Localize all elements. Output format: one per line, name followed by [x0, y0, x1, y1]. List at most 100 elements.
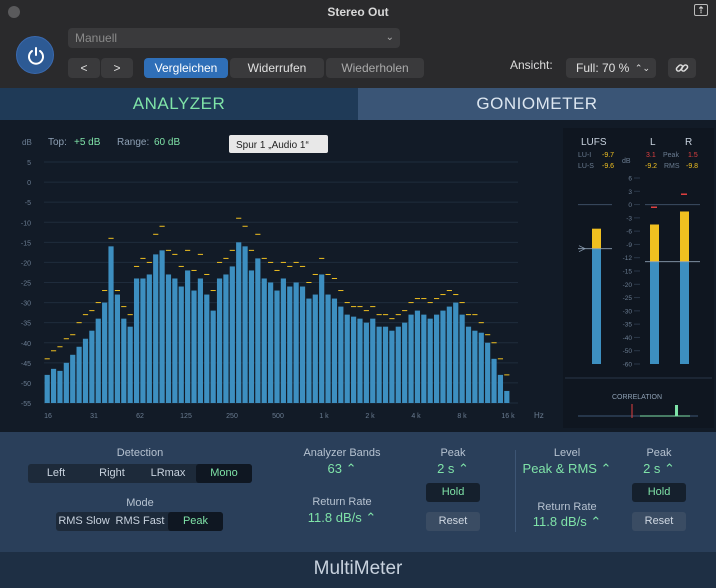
- detection-label: Detection: [116, 447, 164, 459]
- x-tick-label: 31: [90, 413, 98, 420]
- spectrum-bar: [331, 298, 338, 403]
- back-button[interactable]: <: [68, 58, 100, 78]
- spectrum-bar: [153, 254, 159, 403]
- spectrum-bar: [102, 302, 108, 403]
- spectrum-bar: [427, 318, 433, 403]
- r-meter-peak: [680, 211, 689, 262]
- spectrum-bar: [478, 332, 484, 403]
- level-peak-stepper[interactable]: 2 s ⌃: [622, 461, 696, 477]
- l-peak-hold: [651, 206, 657, 208]
- spectrum-bar: [185, 270, 191, 403]
- y-tick-label: -55: [21, 401, 31, 408]
- y-tick-label: -25: [21, 281, 31, 288]
- spectrum-bar: [465, 326, 472, 403]
- spectrum-bar: [338, 306, 344, 403]
- tab-analyzer[interactable]: ANALYZER: [0, 88, 358, 120]
- r-peak-hold: [681, 193, 687, 195]
- forward-button[interactable]: >: [101, 58, 133, 78]
- mode-segmented: RMS Slow RMS Fast Peak: [56, 512, 223, 531]
- spectrum-bar: [402, 322, 408, 403]
- level-reset-button[interactable]: Reset: [632, 512, 686, 531]
- share-icon[interactable]: ⇡: [694, 4, 708, 16]
- spectrum-bar: [44, 374, 50, 403]
- spectrum-bar: [485, 342, 491, 403]
- return-rate-stepper[interactable]: 11.8 dB/s ⌃: [292, 510, 392, 526]
- view-size-value: Full: 70 %: [576, 61, 630, 75]
- y-tick-label: -10: [21, 220, 31, 227]
- spectrum-bar: [140, 278, 146, 403]
- window-title: Stereo Out: [327, 5, 389, 19]
- analyzer-reset-button[interactable]: Reset: [426, 512, 480, 531]
- spectrum-bar: [70, 354, 76, 403]
- spectrum-bar: [191, 290, 197, 403]
- spectrum-bar: [95, 318, 101, 403]
- spectrum-bar: [255, 258, 261, 403]
- level-return-rate-label: Return Rate: [537, 501, 597, 513]
- tab-goniometer[interactable]: GONIOMETER: [358, 88, 716, 120]
- spectrum-bar: [108, 246, 114, 403]
- link-button[interactable]: [668, 58, 696, 78]
- lu-s-value: -9.6: [602, 163, 614, 170]
- y-tick-label: -30: [21, 301, 31, 308]
- top-value[interactable]: +5 dB: [74, 137, 101, 148]
- spectrum-bar: [370, 318, 376, 403]
- view-tabs: ANALYZER GONIOMETER: [0, 88, 716, 120]
- redo-button[interactable]: Wiederholen: [326, 58, 424, 78]
- range-value[interactable]: 60 dB: [154, 137, 180, 148]
- spectrum-bar: [382, 326, 389, 403]
- spectrum-bar: [57, 370, 63, 403]
- detection-lrmax[interactable]: LRmax: [140, 464, 196, 483]
- level-scale-label: -6: [626, 229, 632, 236]
- level-scale-label: -40: [623, 335, 633, 342]
- spectrum-bar: [280, 278, 286, 403]
- analyzer-peak-stepper[interactable]: 2 s ⌃: [416, 461, 490, 477]
- return-rate-label: Return Rate: [312, 496, 372, 508]
- preset-select[interactable]: Manuell ⌄: [68, 28, 400, 48]
- mode-peak[interactable]: Peak: [168, 512, 223, 531]
- level-scale-label: -9: [626, 242, 632, 249]
- l-meter-bar: [650, 261, 659, 364]
- r-peak-value: 1.5: [688, 152, 698, 159]
- level-meter-panel: [563, 128, 714, 428]
- level-scale-label: -60: [623, 362, 633, 369]
- hz-unit: Hz: [534, 411, 544, 420]
- window-close-button[interactable]: [8, 6, 20, 18]
- level-hold-button[interactable]: Hold: [632, 483, 686, 502]
- spectrum-bar: [223, 274, 229, 403]
- spectrum-bar: [274, 290, 280, 403]
- preset-value: Manuell: [75, 31, 118, 45]
- window-titlebar: Stereo Out ⇡: [0, 0, 716, 24]
- spectrum-bar: [440, 310, 446, 403]
- analyzer-bands-stepper[interactable]: 63 ⌃: [292, 461, 392, 477]
- track-tooltip: Spur 1 „Audio 1“: [236, 140, 309, 151]
- undo-button[interactable]: Widerrufen: [230, 58, 324, 78]
- analyzer-hold-button[interactable]: Hold: [426, 483, 480, 502]
- mode-rms-fast[interactable]: RMS Fast: [112, 512, 168, 531]
- peak-row-label: Peak: [663, 152, 679, 159]
- view-size-select[interactable]: Full: 70 % ⌃⌄: [566, 58, 656, 78]
- r-channel-label: R: [685, 137, 692, 148]
- spectrum-bar: [491, 358, 497, 403]
- meter-display: dB Top: +5 dB Range: 60 dB Spur 1 „Audio…: [0, 120, 716, 432]
- spectrum-bar: [204, 294, 210, 403]
- level-return-rate-stepper[interactable]: 11.8 dB/s ⌃: [520, 514, 614, 530]
- y-tick-label: -45: [21, 361, 31, 368]
- level-stepper[interactable]: Peak & RMS ⌃: [518, 461, 616, 477]
- detection-left[interactable]: Left: [28, 464, 84, 483]
- lu-i-value: -9.7: [602, 152, 614, 159]
- x-tick-label: 4 k: [411, 413, 421, 420]
- spectrum-bar: [414, 310, 421, 403]
- plugin-name: MultiMeter: [313, 558, 403, 579]
- lu-s-label: LU-S: [578, 163, 594, 170]
- power-button[interactable]: [16, 36, 54, 74]
- detection-mono[interactable]: Mono: [196, 464, 252, 483]
- compare-button[interactable]: Vergleichen: [144, 58, 228, 78]
- detection-right[interactable]: Right: [84, 464, 140, 483]
- y-tick-label: 0: [27, 180, 31, 187]
- y-tick-label: -50: [21, 381, 31, 388]
- correlation-label: CORRELATION: [612, 394, 662, 401]
- lufs-db-unit: dB: [622, 158, 631, 165]
- controls-panel: Detection Left Right LRmax Mono Mode RMS…: [0, 432, 716, 552]
- spectrum-bar: [472, 330, 478, 403]
- mode-rms-slow[interactable]: RMS Slow: [56, 512, 112, 531]
